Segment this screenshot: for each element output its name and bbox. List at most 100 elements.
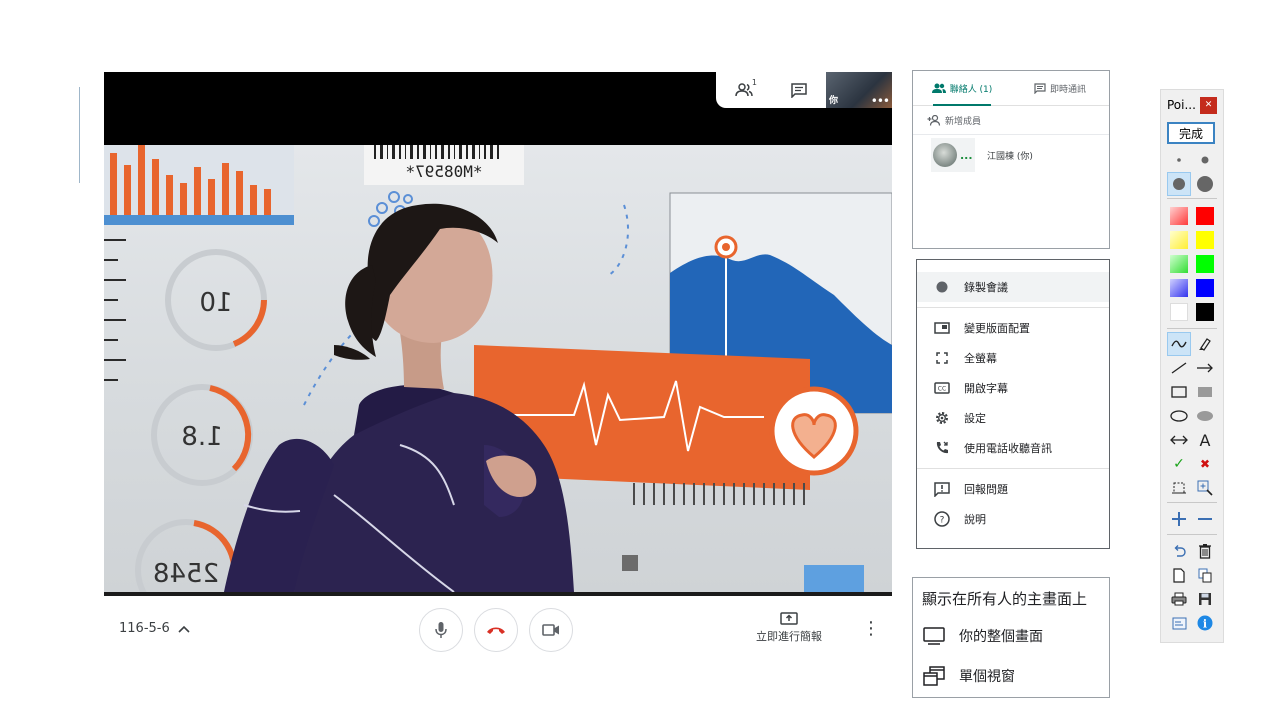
more-options-button[interactable]: ⋮ (862, 620, 880, 638)
freehand-pen-icon[interactable] (1167, 332, 1191, 356)
left-divider (79, 87, 80, 183)
camera-button[interactable] (529, 608, 573, 652)
menu-item-fullscreen-label: 全螢幕 (964, 352, 997, 365)
color-swatch-blue[interactable] (1193, 276, 1217, 300)
copy-icon[interactable] (1193, 563, 1217, 587)
menu-item-record-label: 錄製會議 (964, 281, 1008, 294)
double-arrow-tool-icon[interactable] (1167, 428, 1191, 452)
arrow-tool-icon[interactable] (1193, 356, 1217, 380)
svg-text:i: i (1203, 618, 1207, 631)
info-icon[interactable]: i (1193, 611, 1217, 635)
tab-people-label: 聯絡人 (1) (949, 84, 993, 95)
filled-ellipse-tool-icon[interactable] (1193, 404, 1217, 428)
self-view-thumbnail[interactable]: 你 ••• (826, 72, 892, 108)
feedback-icon (934, 481, 950, 497)
record-dot-icon (934, 279, 950, 295)
present-now-button[interactable]: 立即進行簡報 (752, 612, 826, 644)
present-single-window-label: 單個視窗 (959, 669, 1015, 685)
print-icon[interactable] (1167, 587, 1191, 611)
avatar-face (933, 143, 957, 167)
plus-icon[interactable] (1167, 507, 1191, 531)
menu-item-feedback-label: 回報問題 (964, 483, 1008, 496)
menu-item-help-label: 說明 (964, 513, 986, 526)
color-swatch-black[interactable] (1193, 300, 1217, 324)
close-icon[interactable]: ✕ (1200, 96, 1217, 114)
color-swatch-light-red[interactable] (1167, 204, 1191, 228)
menu-item-fullscreen[interactable]: 全螢幕 (917, 343, 1109, 373)
drawing-tools-grid: A ✓ ✖ (1167, 332, 1217, 500)
color-swatch-yellow[interactable] (1193, 228, 1217, 252)
menu-item-captions[interactable]: CC 開啟字幕 (917, 373, 1109, 403)
poster-gauge-1: 10 (199, 288, 232, 318)
color-swatch-light-yellow[interactable] (1167, 228, 1191, 252)
save-icon[interactable] (1193, 587, 1217, 611)
color-swatch-green[interactable] (1193, 252, 1217, 276)
menu-item-layout[interactable]: 變更版面配置 (917, 313, 1109, 343)
meeting-details[interactable]: 116-5-6 (119, 621, 190, 636)
monitor-icon (923, 627, 945, 645)
menu-item-settings-label: 設定 (964, 412, 986, 425)
selection-tool-icon[interactable] (1167, 476, 1191, 500)
minus-icon[interactable] (1193, 507, 1217, 531)
add-member-button[interactable]: 新增成員 (913, 106, 1109, 135)
tab-people[interactable]: 聯絡人 (1) (913, 71, 1011, 106)
microphone-icon (435, 622, 447, 638)
captions-icon: CC (934, 380, 950, 396)
brush-size-small-icon[interactable] (1167, 148, 1191, 172)
menu-item-feedback[interactable]: 回報問題 (917, 474, 1109, 504)
brush-size-large-icon[interactable] (1167, 172, 1191, 196)
self-view-more-icon[interactable]: ••• (871, 94, 890, 108)
poster-barcode-text: *M08597* (405, 162, 482, 181)
menu-item-record[interactable]: 錄製會議 (917, 272, 1109, 302)
stage-bottom-edge (104, 592, 892, 596)
toolbar-divider (1167, 502, 1217, 503)
participant-name: 江國棟 (你) (987, 151, 1033, 162)
done-button[interactable]: 完成 (1167, 122, 1215, 144)
color-swatch-white[interactable] (1167, 300, 1191, 324)
people-icon (734, 83, 753, 97)
tab-chat[interactable]: 即時通訊 (1011, 71, 1109, 105)
present-entire-screen[interactable]: 你的整個畫面 (913, 616, 1109, 656)
toolbar-divider (1167, 534, 1217, 535)
chat-button[interactable] (771, 72, 826, 108)
text-tool-icon[interactable]: A (1193, 428, 1217, 452)
zoom-tool-icon[interactable] (1193, 476, 1217, 500)
hang-up-button[interactable] (474, 608, 518, 652)
color-swatch-red[interactable] (1193, 204, 1217, 228)
present-single-window[interactable]: 單個視窗 (913, 656, 1109, 696)
check-mark-icon[interactable]: ✓ (1167, 452, 1191, 476)
brush-size-xlarge-icon[interactable] (1193, 172, 1217, 196)
rectangle-tool-icon[interactable] (1167, 380, 1191, 404)
menu-item-layout-label: 變更版面配置 (964, 322, 1030, 335)
participant-row[interactable]: ... 江國棟 (你) (913, 137, 1109, 173)
color-swatch-light-blue[interactable] (1167, 276, 1191, 300)
brush-size-medium-icon[interactable] (1193, 148, 1217, 172)
line-tool-icon[interactable] (1167, 356, 1191, 380)
menu-item-help[interactable]: ? 說明 (917, 504, 1109, 534)
trash-icon[interactable] (1193, 539, 1217, 563)
filled-rectangle-tool-icon[interactable] (1193, 380, 1217, 404)
microphone-button[interactable] (419, 608, 463, 652)
chat-icon (1034, 82, 1046, 94)
participant-count: 1 (751, 78, 757, 87)
ellipse-tool-icon[interactable] (1167, 404, 1191, 428)
meeting-top-controls: 1 你 ••• (716, 72, 892, 108)
window-icon (923, 666, 945, 686)
new-page-icon[interactable] (1167, 563, 1191, 587)
people-button[interactable]: 1 (716, 72, 771, 108)
menu-item-phone-audio[interactable]: 使用電話收聽音訊 (917, 433, 1109, 463)
undo-icon[interactable] (1167, 539, 1191, 563)
add-person-icon (927, 114, 941, 126)
people-filled-icon (931, 83, 946, 93)
menu-item-settings[interactable]: 設定 (917, 403, 1109, 433)
tab-chat-label: 即時通訊 (1049, 84, 1086, 95)
color-palette (1167, 204, 1217, 324)
camera-scene: 10 1.8 2548 *M08597* (104, 145, 892, 592)
chevron-up-icon (178, 625, 190, 633)
video-stage[interactable]: 10 1.8 2548 *M08597* 1 你 ••• (104, 72, 892, 596)
highlighter-icon[interactable] (1193, 332, 1217, 356)
options-panel-icon[interactable] (1167, 611, 1191, 635)
pointer-toolbar: Poi... ✕ 完成 A ✓ ✖ i (1160, 89, 1224, 643)
cross-mark-icon[interactable]: ✖ (1193, 452, 1217, 476)
color-swatch-light-green[interactable] (1167, 252, 1191, 276)
